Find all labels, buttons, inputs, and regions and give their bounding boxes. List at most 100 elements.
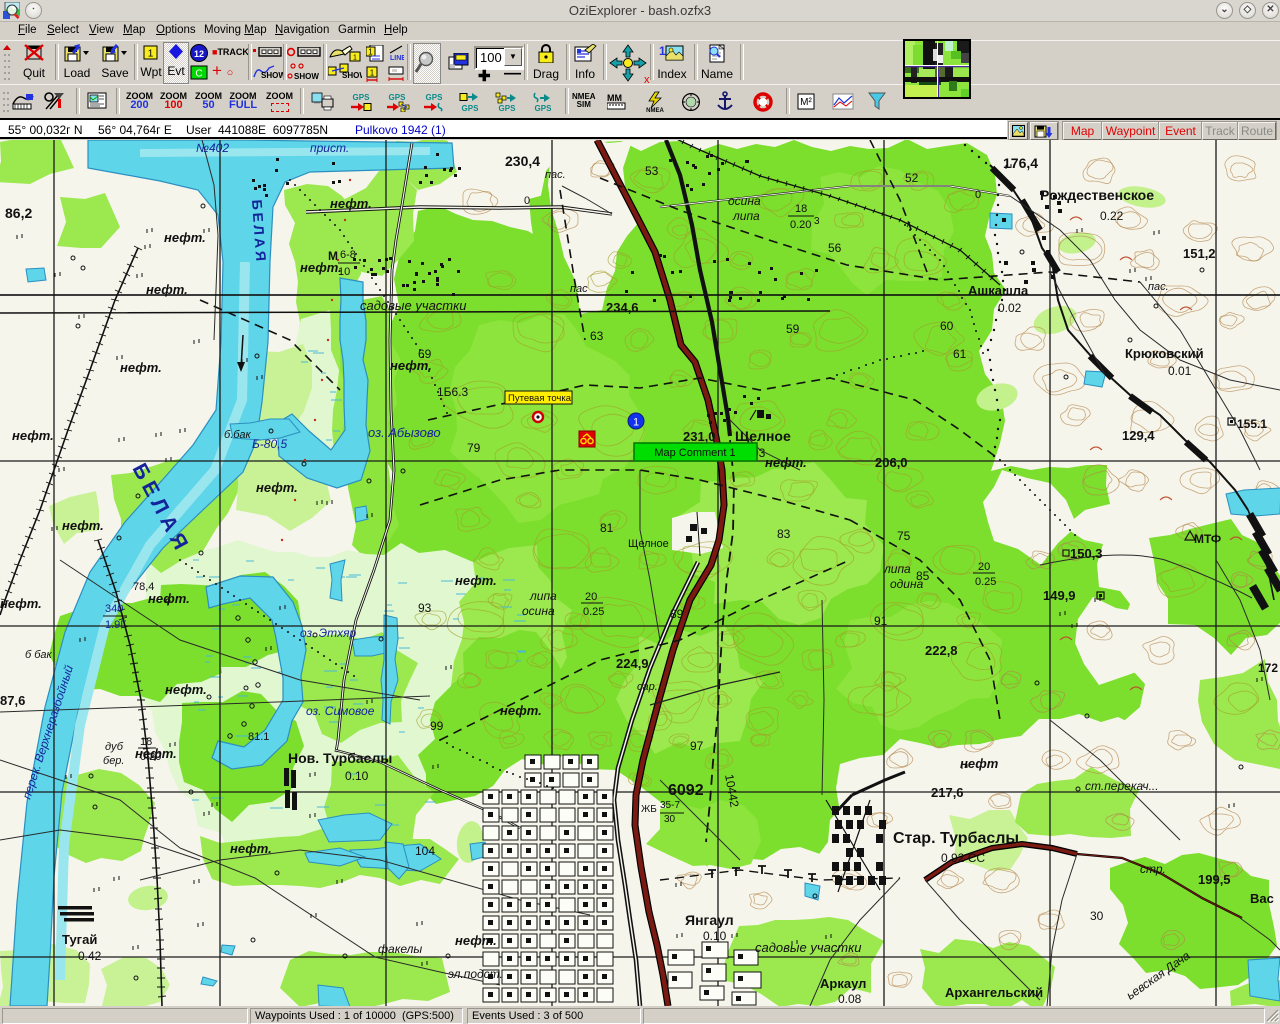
svg-text:1: 1	[353, 55, 357, 62]
svg-text:дуб: дуб	[105, 741, 124, 753]
svg-text:155.1: 155.1	[1237, 417, 1267, 431]
svg-text:нефт.: нефт.	[164, 230, 206, 245]
svg-text:83: 83	[777, 527, 791, 541]
svg-text:3: 3	[814, 216, 820, 227]
svg-text:0: 0	[524, 195, 530, 207]
svg-text:Стар. Турбаслы: Стар. Турбаслы	[893, 830, 1019, 847]
svg-text:Ашкашла: Ашкашла	[968, 283, 1029, 298]
svg-text:234,6: 234,6	[606, 300, 639, 315]
svg-text:75: 75	[897, 529, 911, 543]
svg-text:18: 18	[795, 203, 807, 215]
svg-text:0.20: 0.20	[790, 219, 811, 231]
svg-text:нефт.: нефт.	[230, 841, 272, 856]
svg-text:сар.: сар.	[637, 681, 658, 693]
svg-text:30: 30	[1090, 909, 1104, 923]
svg-text:69: 69	[418, 347, 432, 361]
svg-text:Вас: Вас	[1250, 891, 1274, 906]
svg-text:GPS: GPS	[535, 104, 553, 112]
svg-text:стр.: стр.	[1140, 862, 1166, 876]
svg-text:Щелное: Щелное	[628, 538, 669, 550]
svg-text:53: 53	[645, 164, 659, 178]
svg-text:Б-80,5: Б-80,5	[252, 437, 287, 451]
svg-text:Рождественское: Рождественское	[1040, 187, 1154, 203]
svg-text:63: 63	[590, 329, 604, 343]
svg-text:б бак: б бак	[25, 649, 53, 661]
svg-text:нефт.: нефт.	[0, 596, 42, 611]
svg-text:факелы: факелы	[378, 942, 422, 956]
svg-text:нефт.: нефт.	[165, 682, 207, 697]
svg-text:0.20: 0.20	[140, 751, 161, 763]
svg-text:0.25: 0.25	[975, 576, 996, 588]
svg-text:Map Comment 1: Map Comment 1	[654, 447, 735, 459]
svg-text:Архангельский: Архангельский	[945, 985, 1043, 1000]
svg-text:79: 79	[467, 441, 481, 455]
svg-text:нефт.: нефт.	[765, 455, 807, 470]
svg-text:20: 20	[585, 591, 597, 603]
svg-text:садовые участки: садовые участки	[360, 298, 467, 313]
svg-text:осина: осина	[522, 604, 555, 618]
svg-text:81.1: 81.1	[248, 731, 269, 743]
svg-text:нефт.: нефт.	[12, 428, 54, 443]
svg-text:садовые участки: садовые участки	[755, 940, 862, 955]
svg-text:93: 93	[418, 601, 432, 615]
svg-text:0.10: 0.10	[703, 929, 727, 943]
svg-text:оз. Симовое: оз. Симовое	[306, 704, 375, 718]
svg-text:150,3: 150,3	[1070, 546, 1103, 561]
svg-text:Тугай: Тугай	[62, 932, 97, 947]
svg-text:нефт.: нефт.	[62, 518, 104, 533]
svg-text:10: 10	[338, 266, 350, 278]
svg-text:0.25: 0.25	[583, 606, 604, 618]
svg-text:1: 1	[370, 69, 375, 78]
svg-text:0.92 СС: 0.92 СС	[941, 851, 985, 865]
svg-text:SHOW: SHOW	[294, 72, 319, 81]
svg-text:липа: липа	[529, 589, 557, 603]
svg-text:Щелное: Щелное	[735, 428, 791, 444]
svg-text:231,0: 231,0	[683, 429, 716, 444]
svg-text:LINE: LINE	[390, 55, 404, 62]
svg-text:пас.: пас.	[1148, 281, 1169, 293]
svg-text:60: 60	[940, 319, 954, 333]
svg-text:нефт.: нефт.	[330, 196, 372, 211]
svg-text:0.10: 0.10	[345, 769, 369, 783]
svg-text:липа: липа	[732, 209, 760, 223]
svg-text:эл.подст.: эл.подст.	[448, 967, 503, 981]
svg-text:б.бак: б.бак	[224, 429, 252, 441]
svg-text:0.22: 0.22	[1100, 209, 1124, 223]
svg-text:199,5: 199,5	[1198, 872, 1231, 887]
svg-text:176,4: 176,4	[1003, 155, 1038, 171]
svg-text:ст.перекач...: ст.перекач...	[1085, 779, 1159, 793]
svg-text:12: 12	[194, 49, 204, 59]
svg-text:59: 59	[786, 322, 800, 336]
svg-text:61: 61	[953, 347, 967, 361]
svg-text:Янгаул: Янгаул	[685, 912, 734, 928]
svg-text:104: 104	[415, 844, 435, 858]
svg-text:230,4: 230,4	[505, 153, 540, 169]
svg-text:MM: MM	[607, 93, 622, 103]
svg-text:GPS: GPS	[499, 104, 517, 112]
svg-text:1: 1	[148, 49, 154, 60]
svg-text:1.9Г: 1.9Г	[105, 619, 126, 631]
svg-text:№402: №402	[196, 141, 229, 155]
svg-text:Путевая точка: Путевая точка	[508, 393, 572, 404]
svg-text:78,4: 78,4	[133, 581, 154, 593]
svg-text:нефт: нефт	[960, 756, 999, 771]
svg-text:осина: осина	[728, 194, 761, 208]
svg-text:129,4: 129,4	[1122, 428, 1155, 443]
svg-text:91: 91	[874, 614, 888, 628]
svg-text:GPS: GPS	[426, 93, 444, 102]
svg-text:6-8: 6-8	[340, 249, 356, 261]
svg-text:222,8: 222,8	[925, 643, 958, 658]
svg-text:1: 1	[368, 48, 373, 57]
svg-text:35-7: 35-7	[660, 800, 680, 811]
svg-text:нефт.: нефт.	[120, 360, 162, 375]
svg-text:151,2: 151,2	[1183, 246, 1216, 261]
svg-text:1Б6.3: 1Б6.3	[437, 385, 469, 399]
svg-text:нефт.: нефт.	[146, 282, 188, 297]
svg-text:149,9: 149,9	[1043, 588, 1076, 603]
svg-text:NMEA: NMEA	[646, 108, 664, 113]
svg-text:99: 99	[430, 719, 444, 733]
svg-text:89: 89	[670, 607, 684, 621]
svg-text:SHOW: SHOW	[261, 71, 283, 80]
svg-text:нефт.: нефт.	[455, 573, 497, 588]
svg-text:GPS: GPS	[353, 93, 371, 102]
